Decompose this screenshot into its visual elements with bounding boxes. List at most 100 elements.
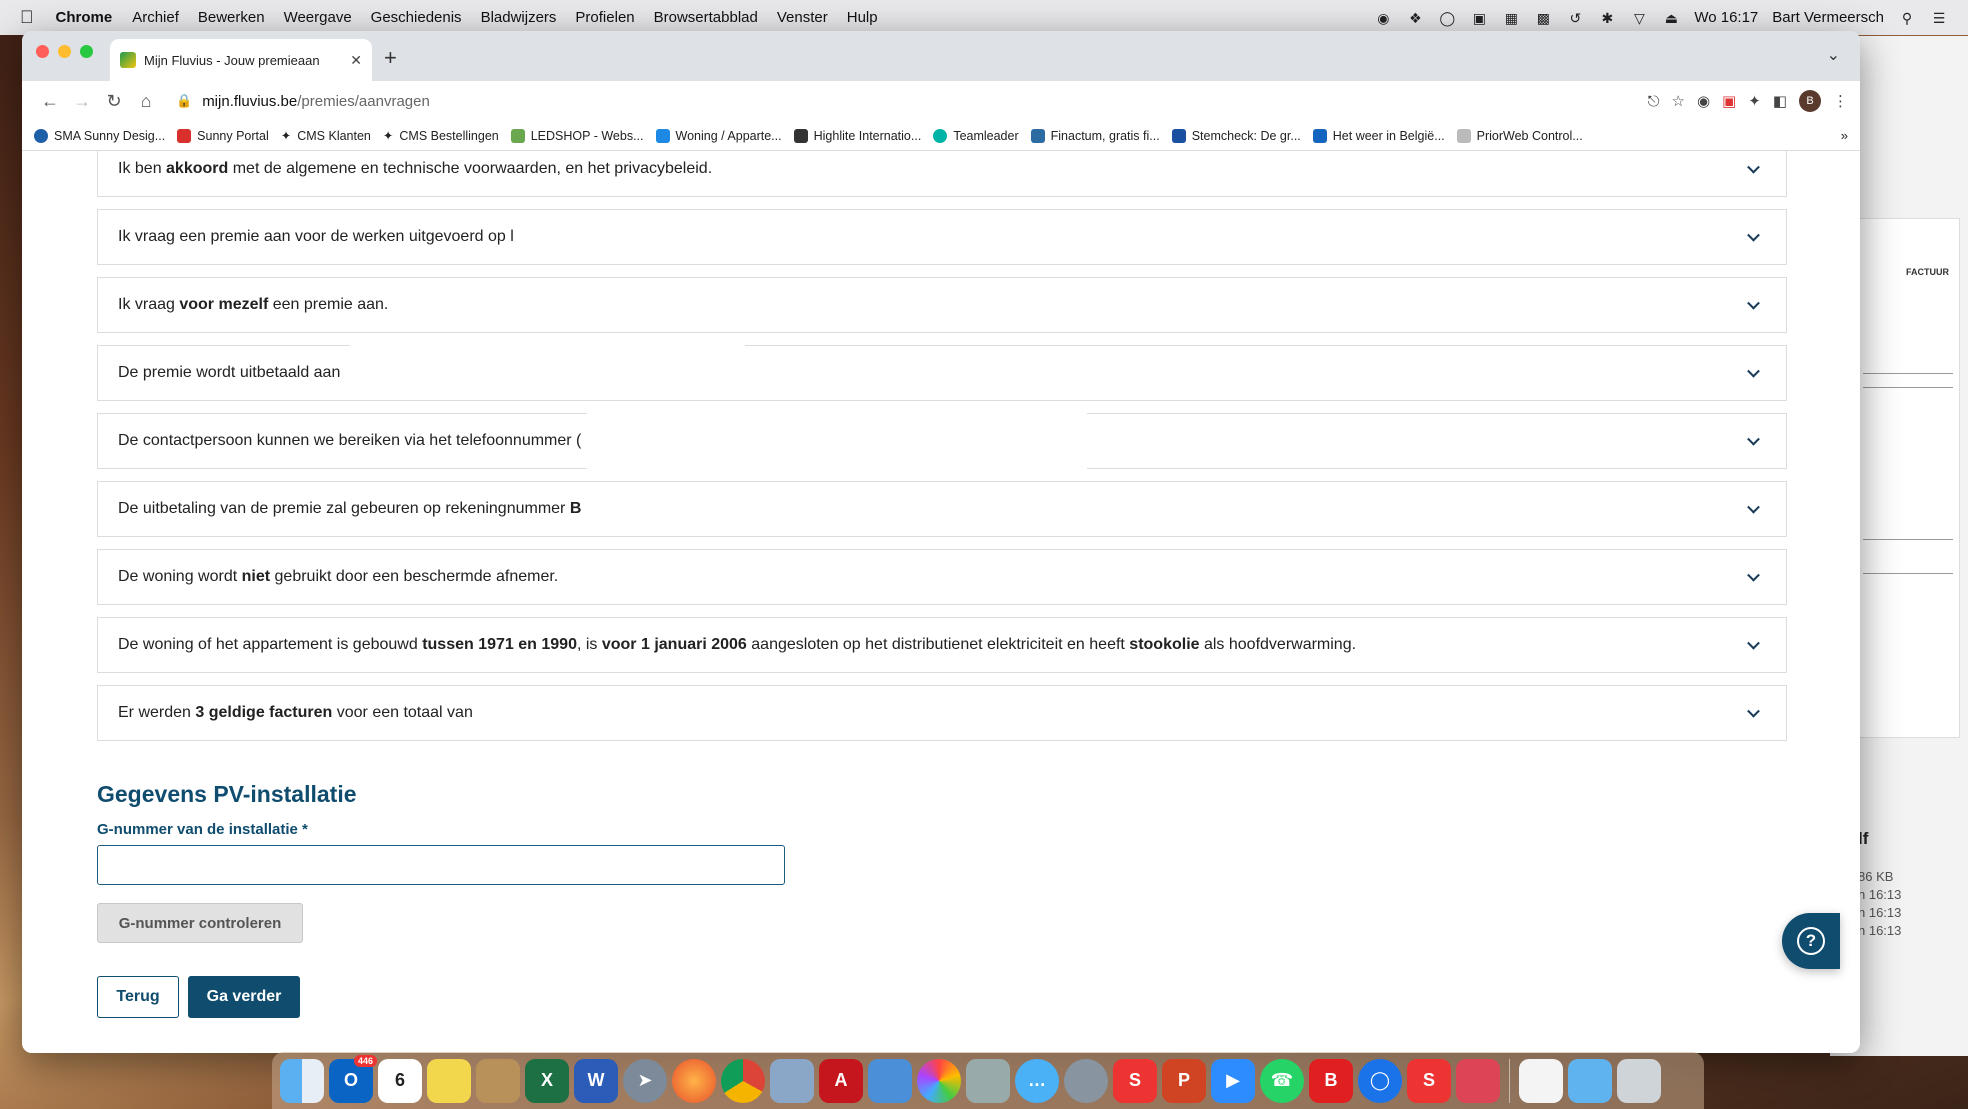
tab-mijn-fluvius[interactable]: Mijn Fluvius - Jouw premieaan ✕ <box>110 39 372 81</box>
tab-search-chevron-icon[interactable]: ⌄ <box>1827 45 1840 65</box>
next-button[interactable]: Ga verder <box>188 976 300 1018</box>
chevron-down-icon[interactable] <box>1747 160 1760 174</box>
accordion-item[interactable]: Ik vraag een premie aan voor de werken u… <box>97 209 1787 265</box>
whatsapp-icon[interactable]: ☎ <box>1260 1058 1304 1103</box>
zoom-window-button[interactable] <box>80 45 93 58</box>
bartender-status-icon[interactable]: ▣ <box>1470 10 1488 26</box>
back-button[interactable]: Terug <box>97 976 179 1018</box>
profile-avatar[interactable]: B <box>1799 90 1821 112</box>
menu-hulp[interactable]: Hulp <box>847 9 878 26</box>
chevron-down-icon[interactable] <box>1747 704 1760 718</box>
bookmark-item[interactable]: Het weer in België... <box>1312 128 1445 143</box>
calendar-icon[interactable]: 6 <box>378 1058 422 1103</box>
onepassword-icon[interactable]: ◯ <box>1358 1058 1402 1103</box>
bookmark-item[interactable]: Finactum, gratis fi... <box>1030 128 1160 143</box>
tab-close-icon[interactable]: ✕ <box>350 52 362 69</box>
bookmark-star-icon[interactable]: ☆ <box>1672 92 1685 110</box>
time-machine-icon[interactable]: ↺ <box>1566 10 1584 26</box>
accordion-item[interactable]: Ik vraag voor mezelf een premie aan. <box>97 277 1787 333</box>
document-icon[interactable] <box>1519 1058 1563 1103</box>
chevron-down-icon[interactable] <box>1747 568 1760 582</box>
powerpoint-icon[interactable]: P <box>1162 1058 1206 1103</box>
accordion-item[interactable]: Ik ben akkoord met de algemene en techni… <box>97 151 1787 197</box>
firefox-icon[interactable] <box>672 1058 716 1103</box>
acrobat-icon[interactable]: A <box>819 1058 863 1103</box>
app-red-2-icon[interactable]: S <box>1407 1058 1451 1103</box>
extension-icon[interactable]: ◉ <box>1697 92 1710 110</box>
accordion-item[interactable]: De uitbetaling van de premie zal gebeure… <box>97 481 1787 537</box>
launchpad-icon[interactable]: ➤ <box>623 1058 667 1103</box>
bookmark-item[interactable]: Highlite Internatio... <box>793 128 921 143</box>
chevron-down-icon[interactable] <box>1747 500 1760 514</box>
screen-share-status-icon[interactable]: ▦ <box>1502 10 1520 26</box>
menu-browsertabblad[interactable]: Browsertabblad <box>654 9 758 26</box>
bookmark-item[interactable]: PriorWeb Control... <box>1456 128 1583 143</box>
accordion-item[interactable]: De woning wordt niet gebruikt door een b… <box>97 549 1787 605</box>
g-number-input[interactable] <box>97 845 785 885</box>
bookmark-item[interactable]: Sunny Portal <box>177 128 269 143</box>
apple-menu-icon[interactable]:  <box>20 7 34 28</box>
eject-icon[interactable]: ⏏ <box>1662 10 1680 26</box>
bookmark-item[interactable]: LEDSHOP - Webs... <box>510 128 644 143</box>
minimize-window-button[interactable] <box>58 45 71 58</box>
extension-badge-icon[interactable]: ▣ <box>1722 92 1736 110</box>
menu-profielen[interactable]: Profielen <box>575 9 634 26</box>
accordion-item[interactable]: De woning of het appartement is gebouwd … <box>97 617 1787 673</box>
accordion-item[interactable]: Er werden 3 geldige facturen voor een to… <box>97 685 1787 741</box>
menu-archief[interactable]: Archief <box>132 9 179 26</box>
chrome-icon[interactable] <box>721 1058 765 1103</box>
macos-installer-icon[interactable] <box>1456 1058 1500 1103</box>
stickies-icon[interactable] <box>427 1058 471 1103</box>
close-window-button[interactable] <box>36 45 49 58</box>
help-button[interactable]: ? <box>1782 913 1840 969</box>
finder-icon[interactable] <box>280 1058 324 1103</box>
address-bar[interactable]: 🔒 mijn.fluvius.be/premies/aanvragen <box>176 85 1648 117</box>
chevron-down-icon[interactable] <box>1747 364 1760 378</box>
extensions-puzzle-icon[interactable]: ✦ <box>1748 92 1761 110</box>
bookmark-item[interactable]: Woning / Apparte... <box>655 128 782 143</box>
display-status-icon[interactable]: ▩ <box>1534 10 1552 26</box>
bookmarks-overflow-icon[interactable]: » <box>1841 128 1848 143</box>
wifi-icon[interactable]: ▽ <box>1630 10 1648 26</box>
onepassword-status-icon[interactable]: ◉ <box>1374 10 1392 26</box>
bookmark-item[interactable]: Stemcheck: De gr... <box>1171 128 1301 143</box>
chevron-down-icon[interactable] <box>1747 296 1760 310</box>
menubar-clock[interactable]: Wo 16:17 <box>1694 9 1758 26</box>
spotlight-search-icon[interactable]: ⚲ <box>1898 10 1916 26</box>
new-tab-button[interactable]: + <box>384 45 397 71</box>
bookmark-item[interactable]: SMA Sunny Desig... <box>34 128 165 143</box>
dropbox-status-icon[interactable]: ❖ <box>1406 10 1424 26</box>
chevron-down-icon[interactable] <box>1747 228 1760 242</box>
home-icon[interactable]: ⌂ <box>130 91 162 112</box>
menu-weergave[interactable]: Weergave <box>284 9 352 26</box>
excel-icon[interactable]: X <box>525 1058 569 1103</box>
bitdefender-icon[interactable]: B <box>1309 1058 1353 1103</box>
vpn-status-icon[interactable]: ◯ <box>1438 10 1456 26</box>
trash-icon[interactable] <box>1617 1058 1661 1103</box>
check-g-number-button[interactable]: G-nummer controleren <box>97 903 303 943</box>
outlook-icon[interactable]: O 446 <box>329 1054 377 1103</box>
forward-arrow-icon[interactable]: → <box>66 91 98 112</box>
bookmark-item[interactable]: ✦ CMS Klanten <box>281 128 371 144</box>
bookmark-item[interactable]: ✦ CMS Bestellingen <box>383 128 499 144</box>
photos-icon[interactable] <box>917 1058 961 1103</box>
notes-icon[interactable] <box>476 1058 520 1103</box>
menu-bewerken[interactable]: Bewerken <box>198 9 265 26</box>
chevron-down-icon[interactable] <box>1747 432 1760 446</box>
word-icon[interactable]: W <box>574 1058 618 1103</box>
lock-icon[interactable]: 🔒 <box>176 93 192 109</box>
control-center-icon[interactable]: ☰ <box>1930 10 1948 26</box>
bluetooth-icon[interactable]: ✱ <box>1598 10 1616 26</box>
menu-app-name[interactable]: Chrome <box>56 9 113 26</box>
menu-venster[interactable]: Venster <box>777 9 828 26</box>
menubar-user[interactable]: Bart Vermeersch <box>1772 9 1884 26</box>
keynote-icon[interactable] <box>868 1058 912 1103</box>
zoom-icon[interactable]: ▶ <box>1211 1058 1255 1103</box>
preview-icon[interactable] <box>770 1058 814 1103</box>
app-red-icon[interactable]: S <box>1113 1058 1157 1103</box>
bookmark-item[interactable]: Teamleader <box>933 128 1019 143</box>
chevron-down-icon[interactable] <box>1747 636 1760 650</box>
side-panel-icon[interactable]: ◧ <box>1773 92 1787 110</box>
messages-icon[interactable]: … <box>1015 1058 1059 1103</box>
share-icon[interactable]: ⎋ <box>1648 93 1660 110</box>
